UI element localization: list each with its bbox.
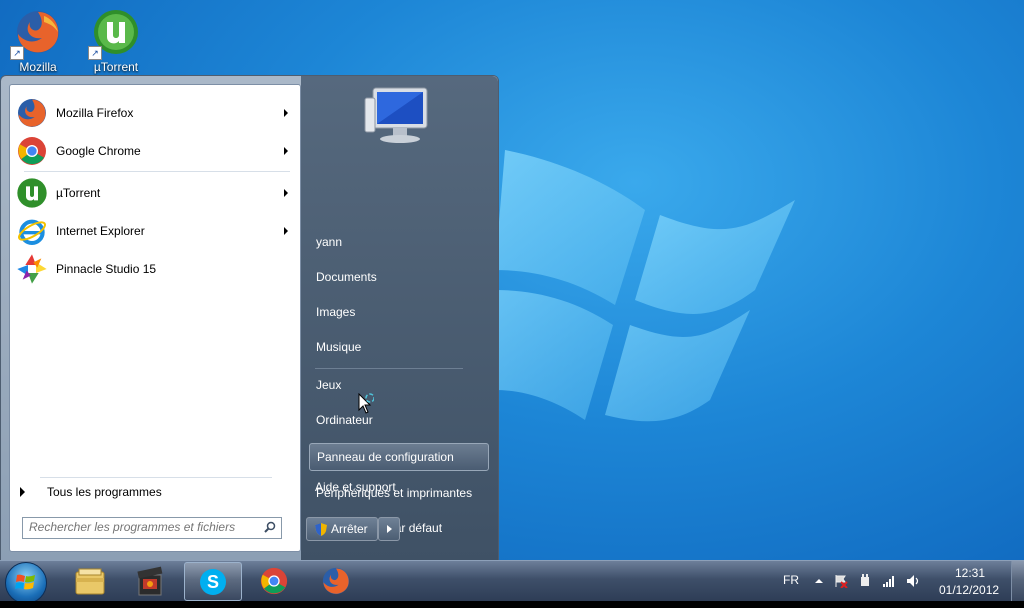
search-icon[interactable] (264, 521, 276, 533)
svg-text:S: S (207, 572, 219, 592)
show-hidden-icons-icon[interactable] (812, 574, 826, 588)
program-label: Mozilla Firefox (56, 106, 134, 120)
expand-arrow-icon (20, 487, 25, 497)
program-label: Internet Explorer (56, 224, 145, 238)
desktop-icon-label: Mozilla (19, 60, 57, 74)
program-label: Pinnacle Studio 15 (56, 262, 157, 276)
clock-time[interactable]: 12:31 (955, 566, 985, 580)
submenu-arrow-icon (284, 189, 288, 197)
language-indicator[interactable]: FR (783, 573, 799, 587)
shutdown-button[interactable]: Arrêter (306, 517, 378, 541)
explorer-icon (75, 568, 105, 594)
submenu-arrow-icon (284, 227, 288, 235)
start-item-aide-et-support[interactable]: Aide et support (308, 473, 488, 501)
skype-icon: S (200, 568, 226, 595)
power-plug-icon[interactable] (858, 574, 872, 588)
shutdown-group: Arrêter (300, 517, 420, 547)
screen-bottom-border (0, 601, 1024, 608)
clock-date[interactable]: 01/12/2012 (939, 583, 999, 597)
start-item-musique[interactable]: Musique (309, 333, 489, 361)
desktop-icon-label: µTorrent (93, 60, 139, 74)
shutdown-label: Arrêter (331, 522, 368, 536)
shortcut-arrow-icon: ↗ (10, 46, 24, 60)
taskbar-explorer-button[interactable] (62, 562, 118, 599)
firefox-icon (16, 97, 48, 129)
shield-icon (315, 522, 327, 536)
start-menu-programs-pane: Mozilla Firefox Google Chrome µTorrent I… (9, 84, 301, 552)
chrome-icon (16, 135, 48, 167)
submenu-arrow-icon (284, 147, 288, 155)
chrome-icon (260, 567, 288, 594)
taskbar-firefox-button[interactable] (308, 562, 364, 599)
all-programs-separator (40, 477, 272, 478)
taskbar-media-center-button[interactable] (122, 562, 178, 599)
shortcut-arrow-icon: ↗ (88, 46, 102, 60)
all-programs-label: Tous les programmes (47, 485, 162, 499)
search-input[interactable] (23, 518, 259, 536)
places-separator (315, 368, 463, 369)
start-item-documents[interactable]: Documents (309, 263, 489, 291)
desktop-icon-utorrent[interactable]: ↗ µTorrent (86, 8, 146, 74)
start-item-yann[interactable]: yann (309, 228, 489, 256)
pinnacle-studio-icon (16, 253, 48, 285)
search-box[interactable] (22, 517, 282, 539)
utorrent-icon (16, 177, 48, 209)
program-internet-explorer[interactable]: Internet Explorer (14, 213, 296, 249)
start-button[interactable] (5, 562, 47, 604)
utorrent-icon: ↗ (88, 8, 140, 60)
start-item-jeux[interactable]: Jeux (309, 371, 489, 399)
desktop-icon-mozilla[interactable]: ↗ Mozilla (8, 8, 68, 74)
firefox-icon: ↗ (10, 8, 62, 60)
media-center-icon (137, 566, 163, 595)
start-item-images[interactable]: Images (309, 298, 489, 326)
computer-user-picture-icon (364, 87, 428, 143)
program-utorrent[interactable]: µTorrent (14, 175, 296, 211)
start-item-ordinateur[interactable]: Ordinateur (309, 406, 489, 434)
windows-flag-icon (15, 574, 35, 590)
start-item-panneau-de-configuration[interactable]: Panneau de configuration (309, 443, 489, 471)
taskbar-skype-button[interactable]: S (184, 562, 242, 601)
mouse-cursor-icon (358, 393, 374, 414)
submenu-arrow-icon (284, 109, 288, 117)
show-desktop-button[interactable] (1011, 561, 1024, 601)
firefox-icon (322, 567, 350, 594)
program-google-chrome[interactable]: Google Chrome (14, 133, 296, 169)
all-programs-button[interactable]: Tous les programmes (20, 485, 162, 499)
volume-icon[interactable] (906, 574, 920, 588)
program-pinnacle-studio[interactable]: Pinnacle Studio 15 (14, 251, 296, 287)
shutdown-options-button[interactable] (378, 517, 400, 541)
programs-separator (24, 171, 290, 172)
internet-explorer-icon (16, 215, 48, 247)
program-mozilla-firefox[interactable]: Mozilla Firefox (14, 95, 296, 131)
program-label: Google Chrome (56, 144, 141, 158)
action-center-icon[interactable] (834, 574, 848, 588)
program-label: µTorrent (56, 186, 101, 200)
taskbar-chrome-button[interactable] (246, 562, 302, 599)
network-signal-icon[interactable] (882, 574, 896, 588)
taskbar: S FR 12:31 01/12/2012 (0, 560, 1024, 604)
windows-logo-wallpaper (495, 150, 795, 422)
